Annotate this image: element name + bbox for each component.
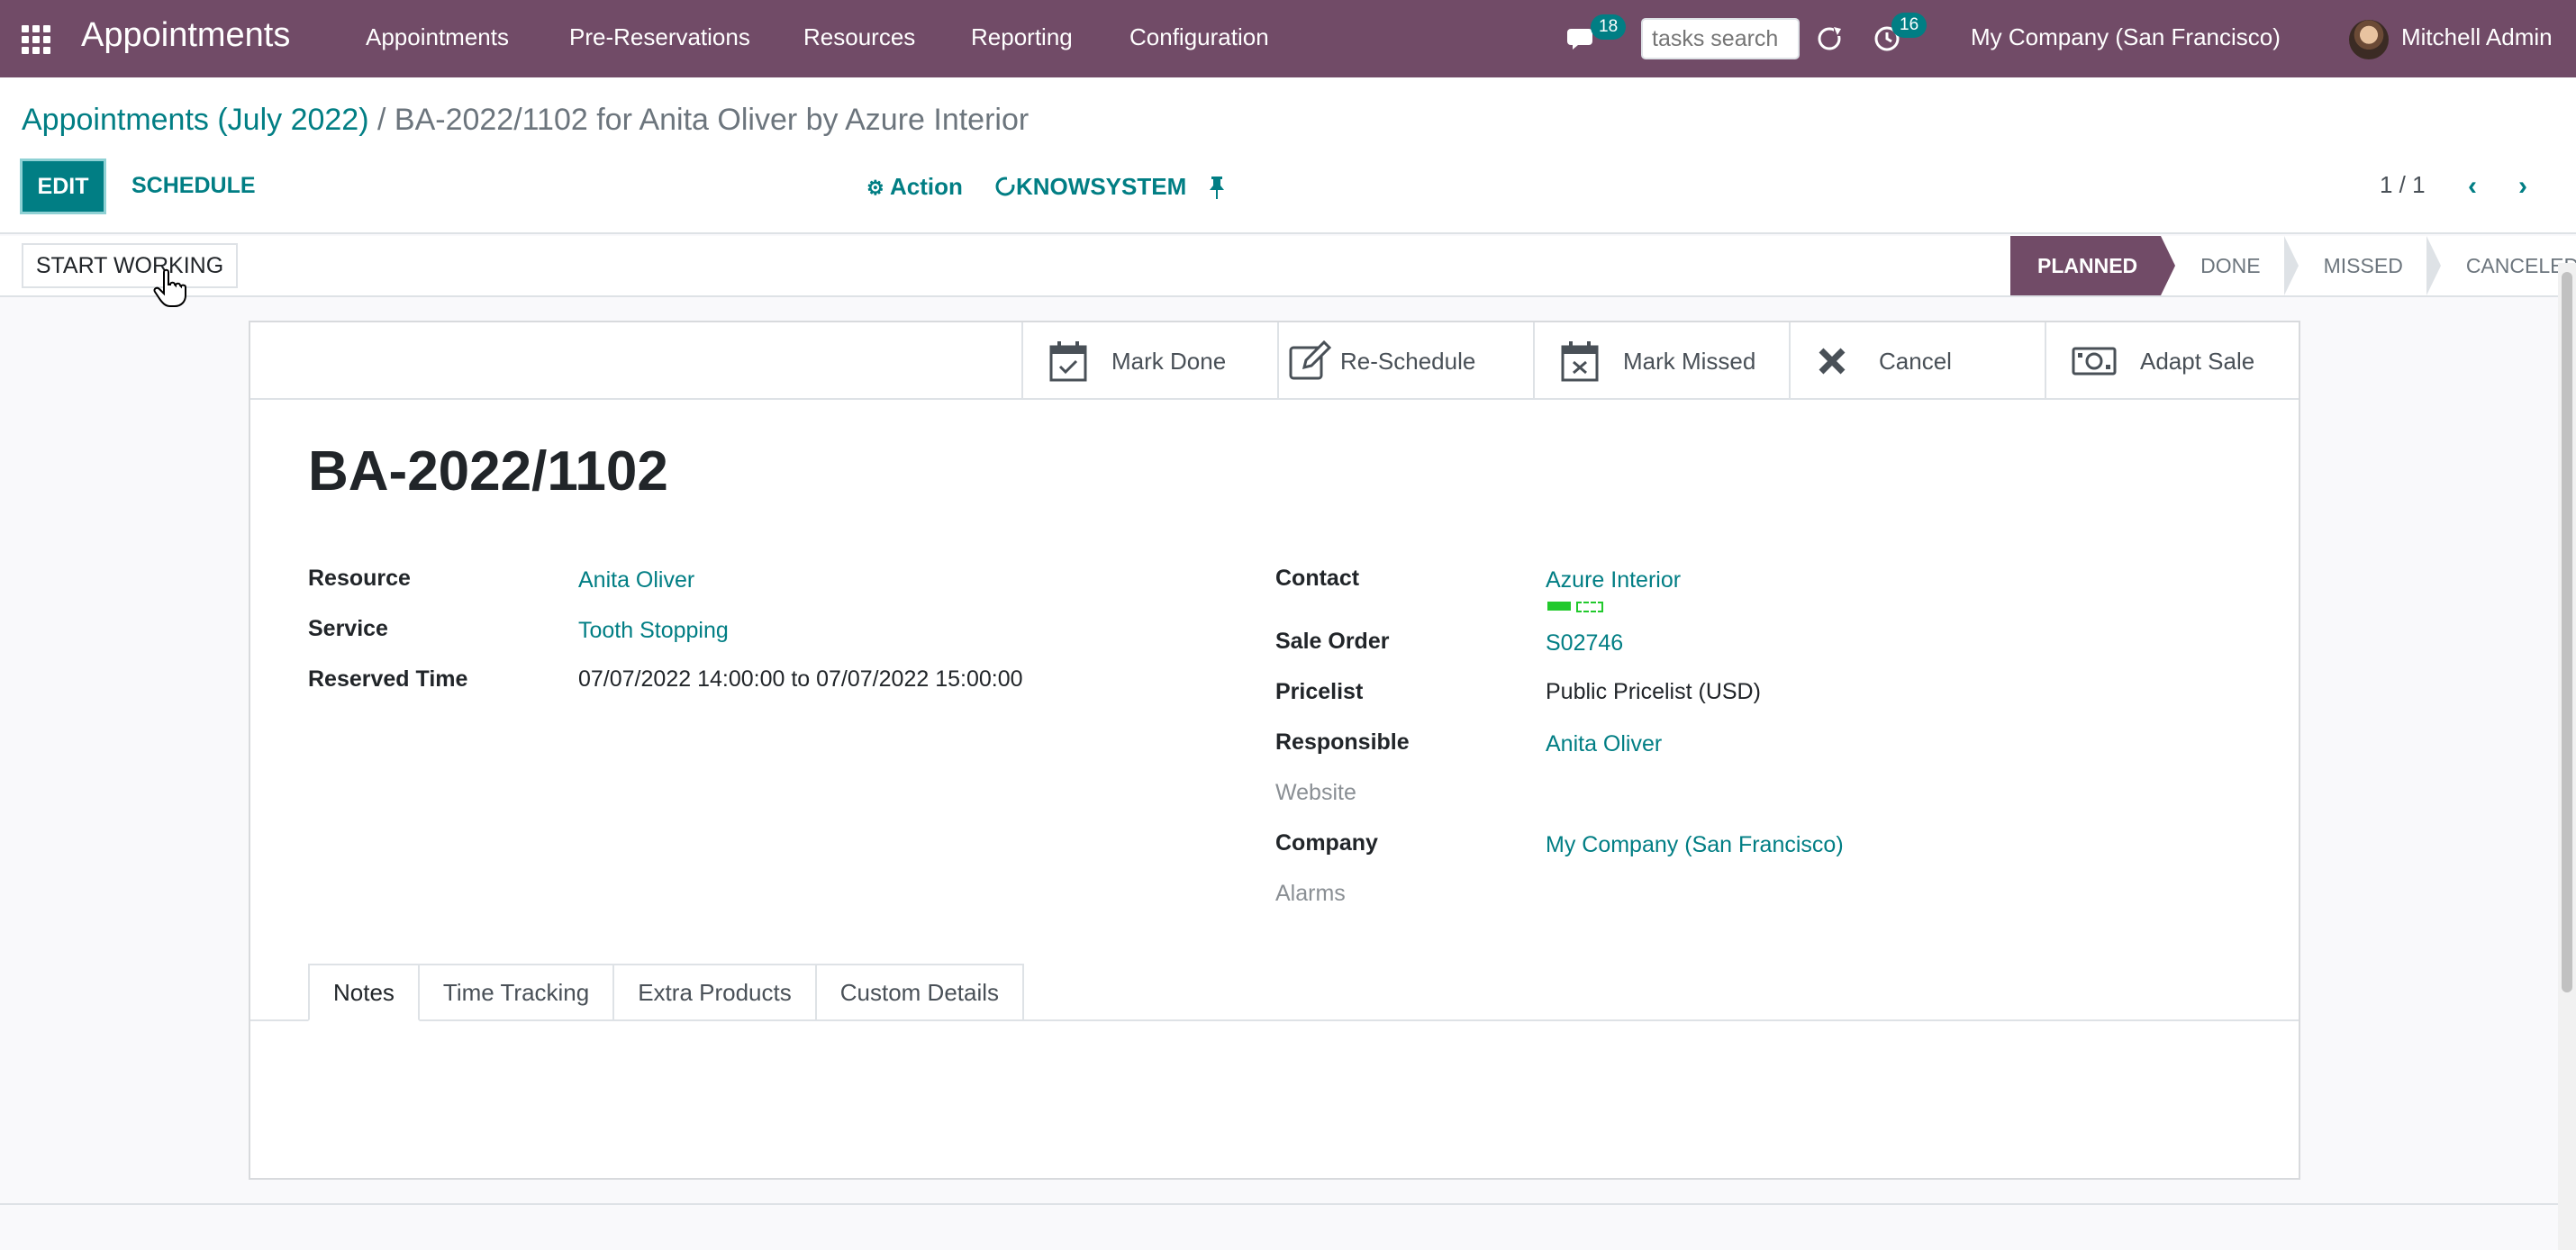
menu-resources[interactable]: Resources [803, 23, 915, 51]
edit-button[interactable]: EDIT [20, 159, 106, 214]
knowsystem-button[interactable]: KNOWSYSTEM [994, 173, 1186, 201]
gear-icon: ⚙ [866, 177, 884, 199]
tab-notes[interactable]: Notes [308, 964, 420, 1021]
pager-value[interactable]: 1 / 1 [2380, 171, 2426, 199]
close-icon [1819, 348, 1846, 375]
smart-button-box: Mark Done Re-Schedule Mark Missed Cancel [250, 322, 2299, 400]
user-menu[interactable]: Mitchell Admin [2401, 23, 2553, 51]
knowsystem-label: KNOWSYSTEM [1016, 173, 1187, 200]
schedule-button[interactable]: SCHEDULE [132, 173, 256, 199]
record-title: BA-2022/1102 [308, 440, 668, 503]
stage-selector: PLANNED DONE MISSED CANCELED [2010, 236, 2576, 295]
form-statusbar: START WORKING PLANNED DONE MISSED CANCEL… [0, 236, 2576, 307]
stage-planned-label: PLANNED [2037, 253, 2138, 277]
chatter-divider [0, 1203, 2558, 1205]
stage-missed[interactable]: MISSED [2283, 236, 2441, 295]
re-schedule-button[interactable]: Re-Schedule [1277, 322, 1533, 400]
tab-time-tracking[interactable]: Time Tracking [419, 964, 615, 1021]
app-brand[interactable]: Appointments [81, 16, 290, 55]
activity-count-badge: 16 [1891, 13, 1927, 38]
stage-done[interactable]: DONE [2161, 236, 2299, 295]
control-panel: Appointments (July 2022) / BA-2022/1102 … [0, 77, 2576, 234]
app-menu-icon[interactable] [20, 23, 52, 56]
pricelist-label: Pricelist [1275, 679, 1364, 704]
tag-solid [1547, 602, 1571, 611]
pager-previous-icon[interactable]: ‹ [2468, 171, 2477, 202]
alarms-label: Alarms [1275, 881, 1346, 906]
calendar-times-icon [1561, 341, 1599, 382]
service-value[interactable]: Tooth Stopping [578, 618, 729, 644]
knowsystem-icon [995, 176, 1016, 196]
contact-label: Contact [1275, 566, 1360, 591]
breadcrumb: Appointments (July 2022) / BA-2022/1102 … [22, 103, 1029, 138]
breadcrumb-separator: / [368, 103, 395, 137]
menu-pre-reservations[interactable]: Pre-Reservations [569, 23, 750, 51]
resource-label: Resource [308, 566, 411, 591]
reserved-time-label: Reserved Time [308, 666, 468, 692]
stage-done-label: DONE [2200, 253, 2261, 277]
company-switcher[interactable]: My Company (San Francisco) [1971, 23, 2281, 51]
form-sheet: Mark Done Re-Schedule Mark Missed Cancel [249, 321, 2300, 1180]
chat-count-badge: 18 [1591, 14, 1627, 40]
user-avatar[interactable] [2349, 20, 2389, 59]
responsible-label: Responsible [1275, 729, 1410, 755]
action-menu-label: Action [890, 173, 963, 200]
contact-tags [1547, 602, 1603, 612]
reserved-time-value: 07/07/2022 14:00:00 to 07/07/2022 15:00:… [578, 666, 1023, 692]
menu-appointments[interactable]: Appointments [366, 23, 509, 51]
pricelist-value: Public Pricelist (USD) [1546, 679, 1761, 704]
menu-configuration[interactable]: Configuration [1129, 23, 1269, 51]
responsible-value[interactable]: Anita Oliver [1546, 731, 1662, 757]
notebook-tabs: Notes Time Tracking Extra Products Custo… [308, 964, 1025, 1021]
refresh-icon[interactable] [1814, 23, 1845, 54]
mark-done-button[interactable]: Mark Done [1021, 322, 1277, 400]
tab-custom-details[interactable]: Custom Details [816, 964, 1025, 1021]
mark-done-label: Mark Done [1111, 347, 1227, 375]
mark-missed-label: Mark Missed [1623, 347, 1756, 375]
breadcrumb-current: BA-2022/1102 for Anita Oliver by Azure I… [394, 103, 1029, 137]
breadcrumb-parent-link[interactable]: Appointments (July 2022) [22, 103, 369, 137]
service-label: Service [308, 616, 388, 641]
stage-planned[interactable]: PLANNED [2010, 236, 2176, 295]
money-icon [2072, 347, 2117, 376]
calendar-check-icon [1049, 341, 1087, 382]
resource-value[interactable]: Anita Oliver [578, 567, 694, 593]
start-working-button[interactable]: START WORKING [22, 243, 238, 288]
website-label: Website [1275, 780, 1356, 805]
top-navbar: Appointments Appointments Pre-Reservatio… [0, 0, 2576, 77]
stage-canceled[interactable]: CANCELED [2426, 236, 2576, 295]
contact-value[interactable]: Azure Interior [1546, 567, 1681, 593]
menu-reporting[interactable]: Reporting [971, 23, 1073, 51]
adapt-sale-button[interactable]: Adapt Sale [2045, 322, 2300, 400]
tag-dashed [1576, 602, 1603, 612]
pager-next-icon[interactable]: › [2518, 171, 2527, 202]
edit-icon [1289, 340, 1331, 380]
cancel-label: Cancel [1879, 347, 1952, 375]
sale-order-value[interactable]: S02746 [1546, 630, 1623, 657]
adapt-sale-label: Adapt Sale [2140, 347, 2255, 375]
pin-icon[interactable] [1207, 175, 1227, 200]
company-label: Company [1275, 830, 1378, 856]
hand-cursor-icon [153, 268, 186, 307]
mark-missed-button[interactable]: Mark Missed [1533, 322, 1789, 400]
company-value[interactable]: My Company (San Francisco) [1546, 832, 1844, 858]
scrollbar-thumb[interactable] [2562, 272, 2572, 992]
re-schedule-label: Re-Schedule [1340, 347, 1476, 375]
sale-order-label: Sale Order [1275, 629, 1390, 654]
tab-extra-products[interactable]: Extra Products [614, 964, 817, 1021]
action-menu[interactable]: ⚙ Action [866, 173, 963, 201]
cancel-button[interactable]: Cancel [1789, 322, 2045, 400]
tasks-search-input[interactable] [1641, 18, 1800, 59]
stage-missed-label: MISSED [2323, 253, 2403, 277]
page-scrollbar[interactable] [2558, 263, 2576, 1250]
